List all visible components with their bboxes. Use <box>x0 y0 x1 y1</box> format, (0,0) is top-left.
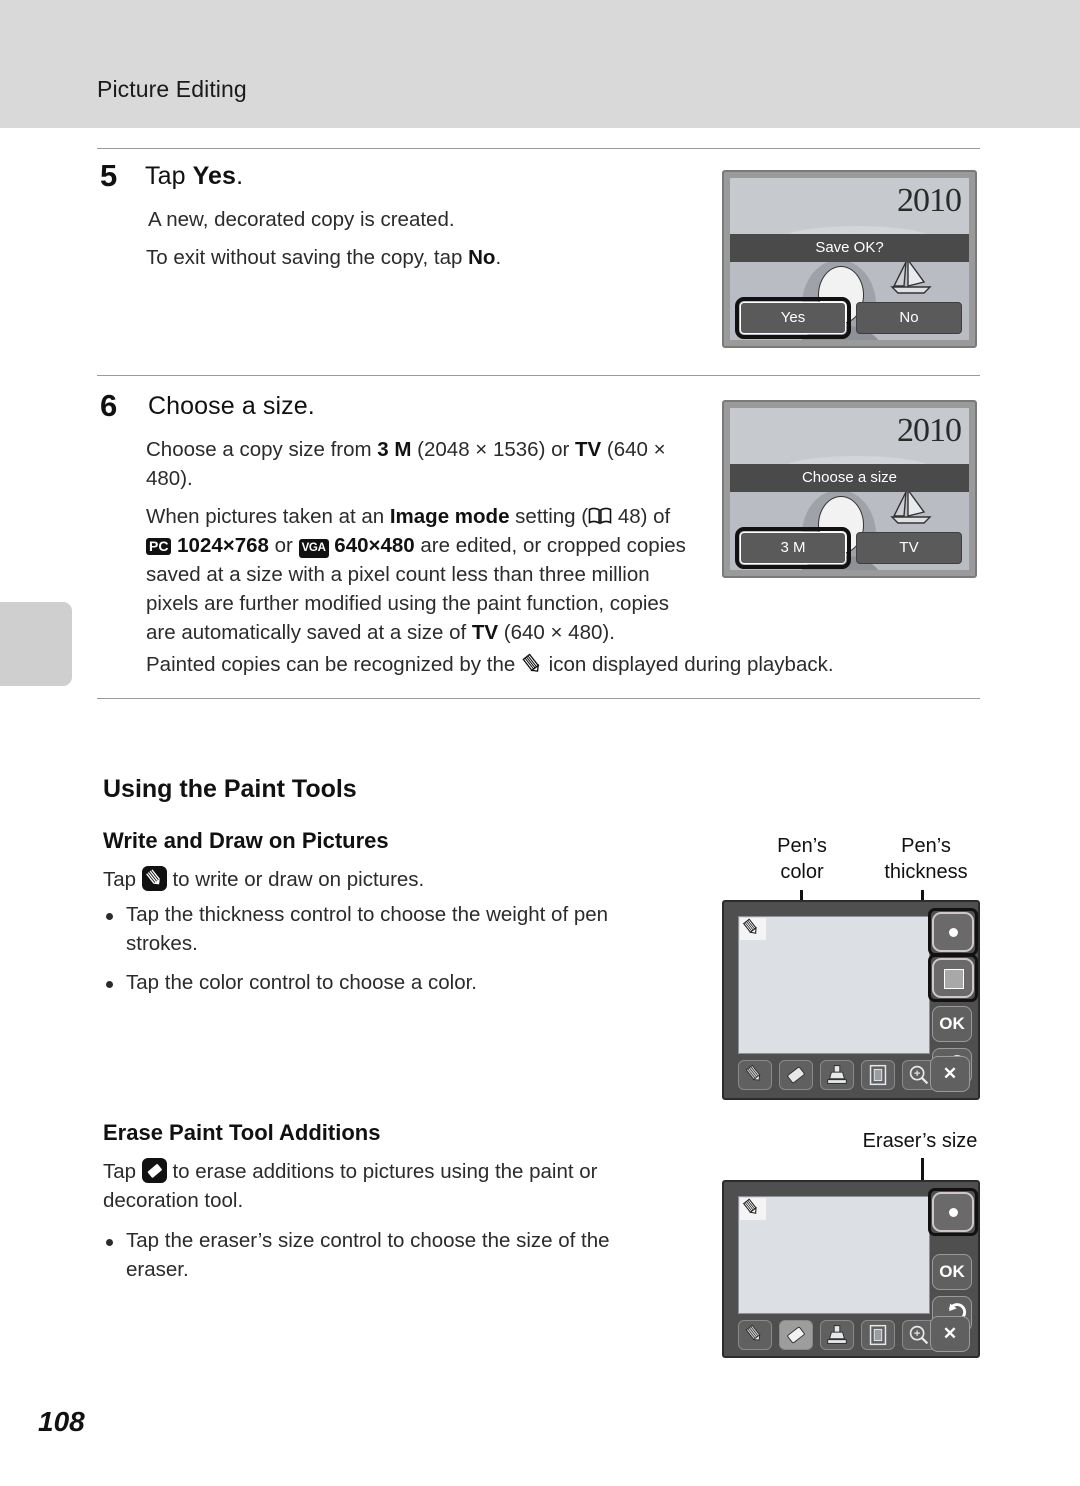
paint-screen-pen-tool-button[interactable] <box>738 1060 772 1090</box>
callout-pens-color-line1: Pen’s <box>777 835 827 857</box>
step-5-no-bold: No <box>468 246 496 269</box>
p2-a: When pictures taken at an <box>146 505 390 528</box>
step-5-title-bold: Yes <box>192 162 237 190</box>
erase-intro-a: Tap <box>103 1160 142 1183</box>
write-draw-bullet-1: Tap the thickness control to choose the … <box>126 903 609 955</box>
paint-screen-frame-tool-button[interactable] <box>861 1060 895 1090</box>
chapter-tab <box>0 602 72 686</box>
paint-screen-thickness-selection-outline <box>928 908 978 956</box>
book-reference-icon <box>588 504 612 525</box>
paint-screen-color-selection-outline <box>928 954 978 1002</box>
divider-top <box>97 148 980 149</box>
paint-screen-canvas[interactable] <box>738 916 930 1054</box>
step-6-number: 6 <box>100 388 118 423</box>
p2-tv2: TV <box>471 621 499 644</box>
step-5-title-prefix: Tap <box>145 162 193 190</box>
callout-pens-thickness: Pen’s thickness <box>866 833 986 885</box>
erase-intro-b: to erase additions to pictures using the… <box>103 1160 598 1212</box>
eraser-screen-frame-tool-button[interactable] <box>861 1320 895 1350</box>
step-5-number: 5 <box>100 158 118 193</box>
page-section-title: Picture Editing <box>97 76 247 102</box>
eraser-screen-stamp-tool-button[interactable] <box>820 1320 854 1350</box>
save-screen-yes-button[interactable]: Yes <box>735 297 851 339</box>
eraser-tool-icon <box>141 1158 167 1183</box>
eraser-screen-close-button[interactable]: ✕ <box>930 1316 970 1352</box>
p2-page-ref: 48 <box>617 505 641 528</box>
eraser-screen-ok-button[interactable]: OK <box>932 1254 972 1290</box>
paint-screen-mode-pencil-icon <box>740 918 766 940</box>
divider-step5-step6 <box>97 375 980 376</box>
save-screen-no-button[interactable]: No <box>856 302 962 334</box>
pen-tool-icon <box>141 866 167 891</box>
p1-a: Choose a copy size from <box>146 438 378 461</box>
p3-b: icon displayed during playback. <box>542 653 834 676</box>
save-screen-year-doodle: 2010 <box>897 182 962 219</box>
write-draw-bullet-2: Tap the color control to choose a color. <box>126 971 477 994</box>
step-6-paragraph-3: Painted copies can be recognized by the … <box>146 650 906 679</box>
callout-pens-color-line2: color <box>780 861 824 883</box>
p2-image-mode: Image mode <box>389 505 510 528</box>
p1-tv: TV <box>575 438 602 461</box>
erase-intro: Tap to erase additions to pictures using… <box>103 1157 633 1215</box>
eraser-screen-pen-tool-button[interactable] <box>738 1320 772 1350</box>
page-number: 108 <box>38 1406 85 1437</box>
subheading-write-draw: Write and Draw on Pictures <box>103 828 389 853</box>
size-screen-tv-button[interactable]: TV <box>856 532 962 564</box>
section-heading-paint-tools: Using the Paint Tools <box>103 775 357 803</box>
paint-mark-icon <box>521 653 543 675</box>
step-6-paragraph-1: Choose a copy size from 3 M (2048 × 1536… <box>146 435 691 493</box>
size-screen-3m-button[interactable]: 3 M <box>735 527 851 569</box>
vga-image-mode-badge: VGA <box>298 539 329 558</box>
eraser-screen-size-selection-outline <box>928 1188 978 1236</box>
write-draw-intro-b: to write or draw on pictures. <box>166 868 425 891</box>
paint-screen-eraser-tool-button[interactable] <box>779 1060 813 1090</box>
write-draw-intro-a: Tap <box>103 868 142 891</box>
figure-choose-size-screen: 2010 Choose a size 3 M TV <box>722 400 977 578</box>
bullet-marker <box>106 913 113 920</box>
step-5-title: Tap Yes. <box>145 162 243 191</box>
step-6-title: Choose a size. <box>148 392 315 420</box>
save-screen-banner: Save OK? <box>730 234 969 262</box>
p1-c: (2048 × 1536) or <box>411 438 576 461</box>
callout-pens-thickness-line2: thickness <box>884 861 968 883</box>
eraser-screen-eraser-tool-button[interactable] <box>779 1320 813 1350</box>
p2-1024: 1024×768 <box>171 534 269 557</box>
callout-pens-color: Pen’s color <box>757 833 847 885</box>
size-screen-lcd: 2010 Choose a size 3 M TV <box>730 408 969 570</box>
save-screen-lcd: 2010 Save OK? Yes No <box>730 178 969 340</box>
p1-3m: 3 M <box>377 438 412 461</box>
size-screen-boat-doodle <box>890 487 932 524</box>
step-5-line-2: To exit without saving the copy, tap No. <box>146 246 502 269</box>
p2-c: setting ( <box>509 505 589 528</box>
figure-save-confirm-screen: 2010 Save OK? Yes No <box>722 170 977 348</box>
save-screen-boat-doodle <box>890 257 932 294</box>
p2-640: 640×480 <box>328 534 415 557</box>
step-6-paragraph-2: When pictures taken at an Image mode set… <box>146 502 698 647</box>
eraser-screen-mode-pencil-icon <box>740 1198 766 1220</box>
paint-screen-stamp-tool-button[interactable] <box>820 1060 854 1090</box>
subheading-erase-paint: Erase Paint Tool Additions <box>103 1120 381 1145</box>
size-screen-banner: Choose a size <box>730 464 969 492</box>
p2-f: or <box>268 534 299 557</box>
paint-screen-close-button[interactable]: ✕ <box>930 1056 970 1092</box>
p2-d: ) of <box>640 505 671 528</box>
divider-step6-section <box>97 698 980 699</box>
callout-erasers-size: Eraser’s size <box>862 1130 978 1152</box>
write-draw-intro: Tap to write or draw on pictures. <box>103 865 683 894</box>
p2-j: (640 × 480). <box>498 621 615 644</box>
step-5-line-1: A new, decorated copy is created. <box>148 208 455 231</box>
eraser-screen-canvas[interactable] <box>738 1196 930 1314</box>
paint-screen-ok-button[interactable]: OK <box>932 1006 972 1042</box>
callout-pens-thickness-line1: Pen’s <box>901 835 951 857</box>
pc-image-mode-badge: PC <box>146 538 172 555</box>
erase-bullet-1: Tap the eraser’s size control to choose … <box>126 1229 610 1281</box>
step-5-title-suffix: . <box>236 162 244 190</box>
page-header-band <box>0 0 1080 128</box>
bullet-marker <box>106 981 113 988</box>
size-screen-year-doodle: 2010 <box>897 412 962 449</box>
bullet-marker <box>106 1239 113 1246</box>
p3-a: Painted copies can be recognized by the <box>146 653 521 676</box>
